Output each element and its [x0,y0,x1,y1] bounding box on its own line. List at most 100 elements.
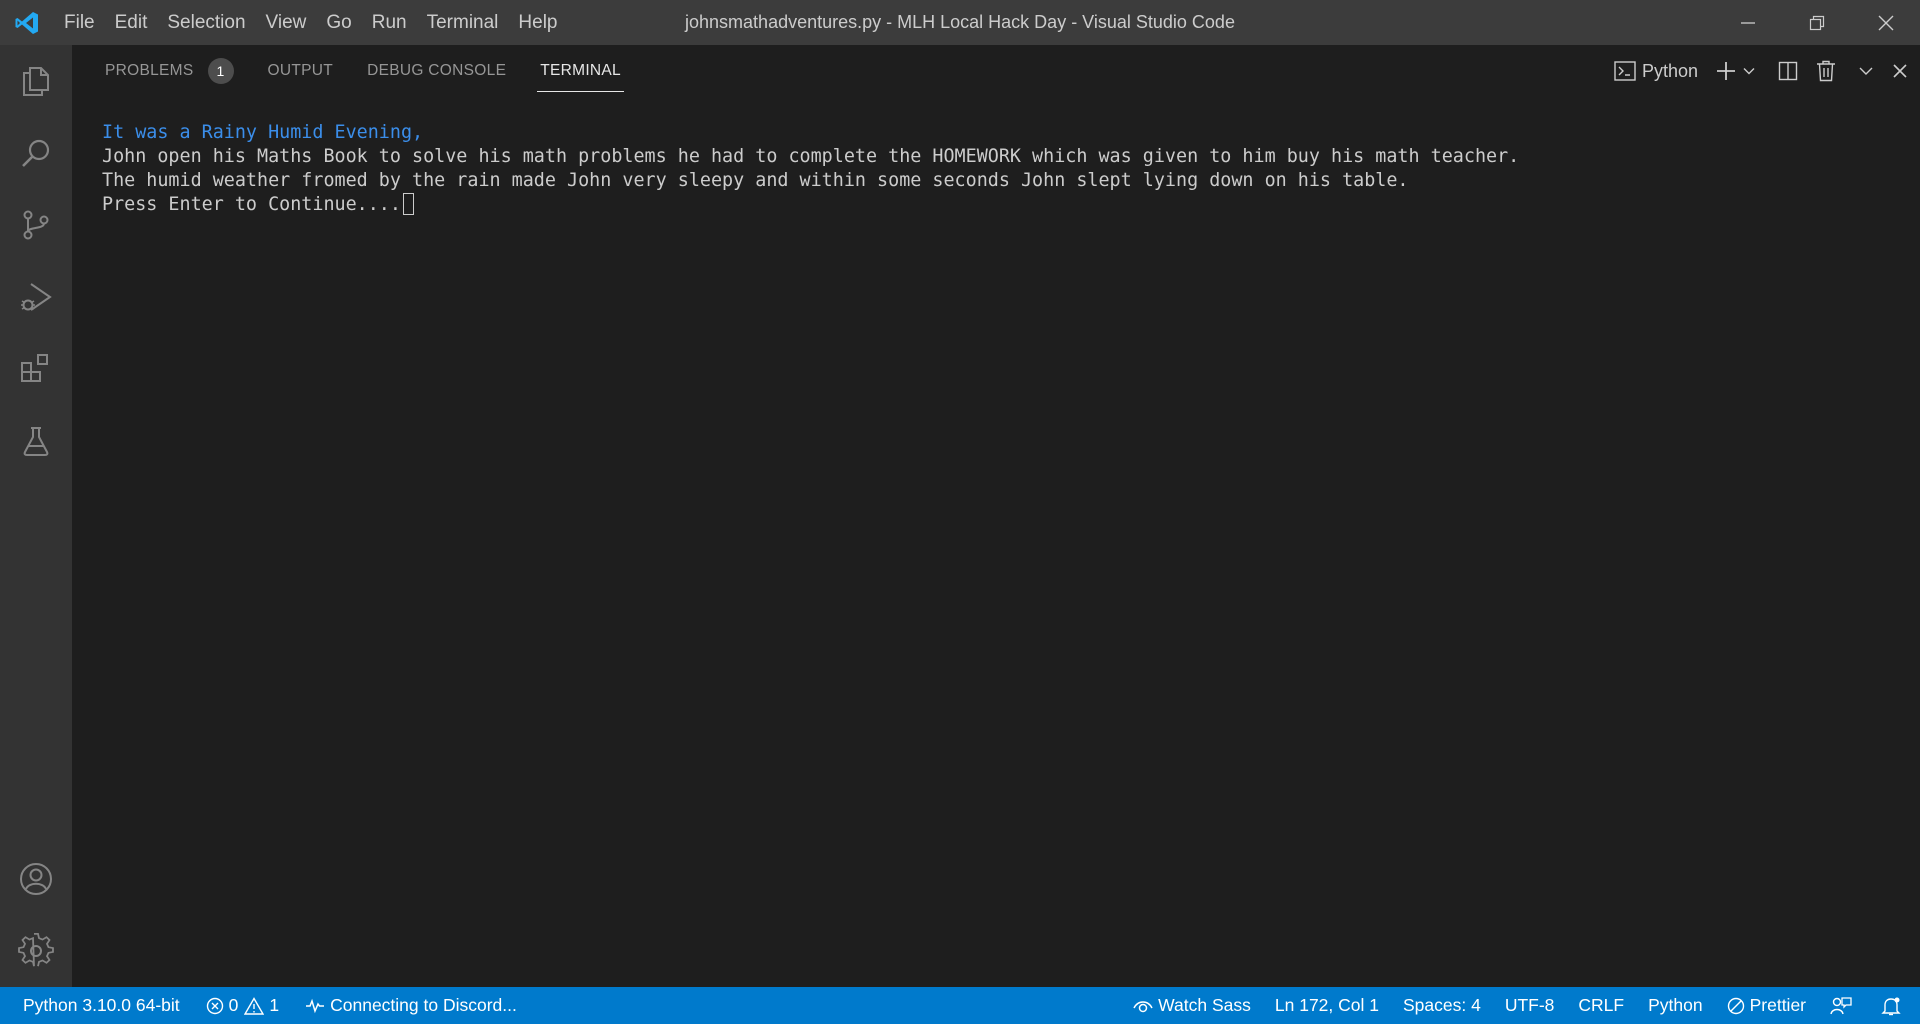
split-icon [1778,61,1798,81]
accounts-button[interactable] [0,843,72,915]
tab-terminal-label: TERMINAL [540,62,621,79]
restore-icon [1809,15,1824,30]
tab-problems-label: PROBLEMS [105,62,194,79]
launch-profile-dropdown[interactable] [1742,45,1756,97]
source-control-button[interactable] [0,189,72,261]
discord-status[interactable]: Connecting to Discord... [291,987,529,1024]
run-debug-icon [21,283,52,311]
terminal-profile-label: Python [1641,60,1698,81]
minimize-button[interactable] [1713,0,1782,45]
terminal-line: Press Enter to Continue.... [102,194,401,215]
panel-tabs: PROBLEMS 1 OUTPUT DEBUG CONSOLE TERMINAL [72,45,655,97]
extensions-icon [21,354,48,382]
restore-button[interactable] [1782,0,1851,45]
maximize-panel-button[interactable] [1858,45,1874,97]
terminal-prompt-line: Press Enter to Continue.... [102,193,1519,217]
menu-view[interactable]: View [256,0,317,45]
panel: PROBLEMS 1 OUTPUT DEBUG CONSOLE TERMINAL… [72,45,1920,987]
error-count: 0 [228,995,239,1015]
tab-output[interactable]: OUTPUT [268,45,334,97]
cursor-position-label: Ln 172, Col 1 [1274,995,1379,1015]
watch-sass-label: Watch Sass [1158,995,1251,1015]
error-icon [206,997,223,1014]
manage-button[interactable] [0,915,72,987]
gear-icon [18,933,54,967]
menu-file[interactable]: File [54,0,105,45]
pulse-icon [306,998,325,1013]
language-mode-label: Python [1648,995,1703,1015]
testing-button[interactable] [0,405,72,477]
run-debug-button[interactable] [0,261,72,333]
notifications-button[interactable] [1869,987,1920,1024]
cursor-position[interactable]: Ln 172, Col 1 [1263,987,1391,1024]
tab-terminal[interactable]: TERMINAL [537,45,624,97]
problems-status[interactable]: 0 1 [192,987,291,1024]
chevron-down-icon [1743,68,1755,75]
new-terminal-button[interactable] [1716,45,1736,97]
menu-run[interactable]: Run [362,0,417,45]
close-panel-button[interactable] [1892,45,1908,97]
tab-output-label: OUTPUT [267,62,334,79]
activity-bar [0,45,72,987]
explorer-button[interactable] [0,45,72,117]
watch-sass-button[interactable]: Watch Sass [1121,987,1263,1024]
status-bar: Python 3.10.0 64-bit 0 1 Connecting to D… [0,987,1920,1024]
minimize-icon [1740,21,1755,24]
prohibited-icon [1727,997,1744,1014]
terminal-line: John open his Maths Book to solve his ma… [102,146,1520,167]
tab-debug-console-label: DEBUG CONSOLE [367,62,507,79]
eol-selector[interactable]: CRLF [1566,987,1636,1024]
plus-icon [1717,62,1735,80]
chevron-down-icon [1859,67,1873,75]
menu-selection[interactable]: Selection [157,0,255,45]
close-icon [1878,15,1893,30]
indentation-label: Spaces: 4 [1403,995,1481,1015]
files-icon [23,67,49,96]
feedback-button[interactable] [1818,987,1869,1024]
eye-icon [1133,1000,1153,1012]
language-mode-selector[interactable]: Python [1636,987,1714,1024]
menu-terminal[interactable]: Terminal [417,0,509,45]
search-icon [22,139,50,167]
eol-label: CRLF [1578,995,1625,1015]
python-interpreter-selector[interactable]: Python 3.10.0 64-bit [0,987,192,1024]
tab-debug-console[interactable]: DEBUG CONSOLE [367,45,506,97]
problems-count-badge: 1 [207,58,234,84]
menu-go[interactable]: Go [316,0,361,45]
terminal-line: It was a Rainy Humid Evening, [102,122,424,143]
kill-terminal-button[interactable] [1816,45,1836,97]
terminal-cursor [402,193,414,215]
title-bar: File Edit Selection View Go Run Terminal… [0,0,1920,45]
prettier-status[interactable]: Prettier [1715,987,1818,1024]
close-icon [1893,64,1907,78]
search-button[interactable] [0,117,72,189]
tab-problems[interactable]: PROBLEMS 1 [105,45,234,97]
close-window-button[interactable] [1851,0,1920,45]
testing-icon [23,427,49,456]
warning-count: 1 [269,995,280,1015]
warning-icon [244,996,265,1015]
encoding-label: UTF-8 [1504,995,1555,1015]
window-controls [1713,0,1920,45]
source-control-icon [23,210,49,240]
terminal-icon [1614,61,1636,81]
feedback-icon [1830,996,1852,1014]
terminal-output[interactable]: It was a Rainy Humid Evening, John open h… [102,121,1519,217]
discord-status-label: Connecting to Discord... [330,995,517,1015]
account-icon [20,863,52,895]
vscode-logo-icon [0,0,54,45]
extensions-button[interactable] [0,333,72,405]
menu-edit[interactable]: Edit [105,0,158,45]
python-interpreter-label: Python 3.10.0 64-bit [23,995,180,1015]
encoding-selector[interactable]: UTF-8 [1493,987,1567,1024]
trash-icon [1817,60,1835,82]
terminal-line: The humid weather fromed by the rain mad… [102,170,1409,191]
indentation-selector[interactable]: Spaces: 4 [1391,987,1493,1024]
menu-bar: File Edit Selection View Go Run Terminal… [54,0,568,45]
prettier-label: Prettier [1749,995,1806,1015]
bell-icon [1881,997,1901,1015]
terminal-profile-selector[interactable]: Python [1614,45,1698,97]
split-terminal-button[interactable] [1778,45,1798,97]
menu-help[interactable]: Help [508,0,567,45]
panel-actions: Python [1604,45,1908,97]
